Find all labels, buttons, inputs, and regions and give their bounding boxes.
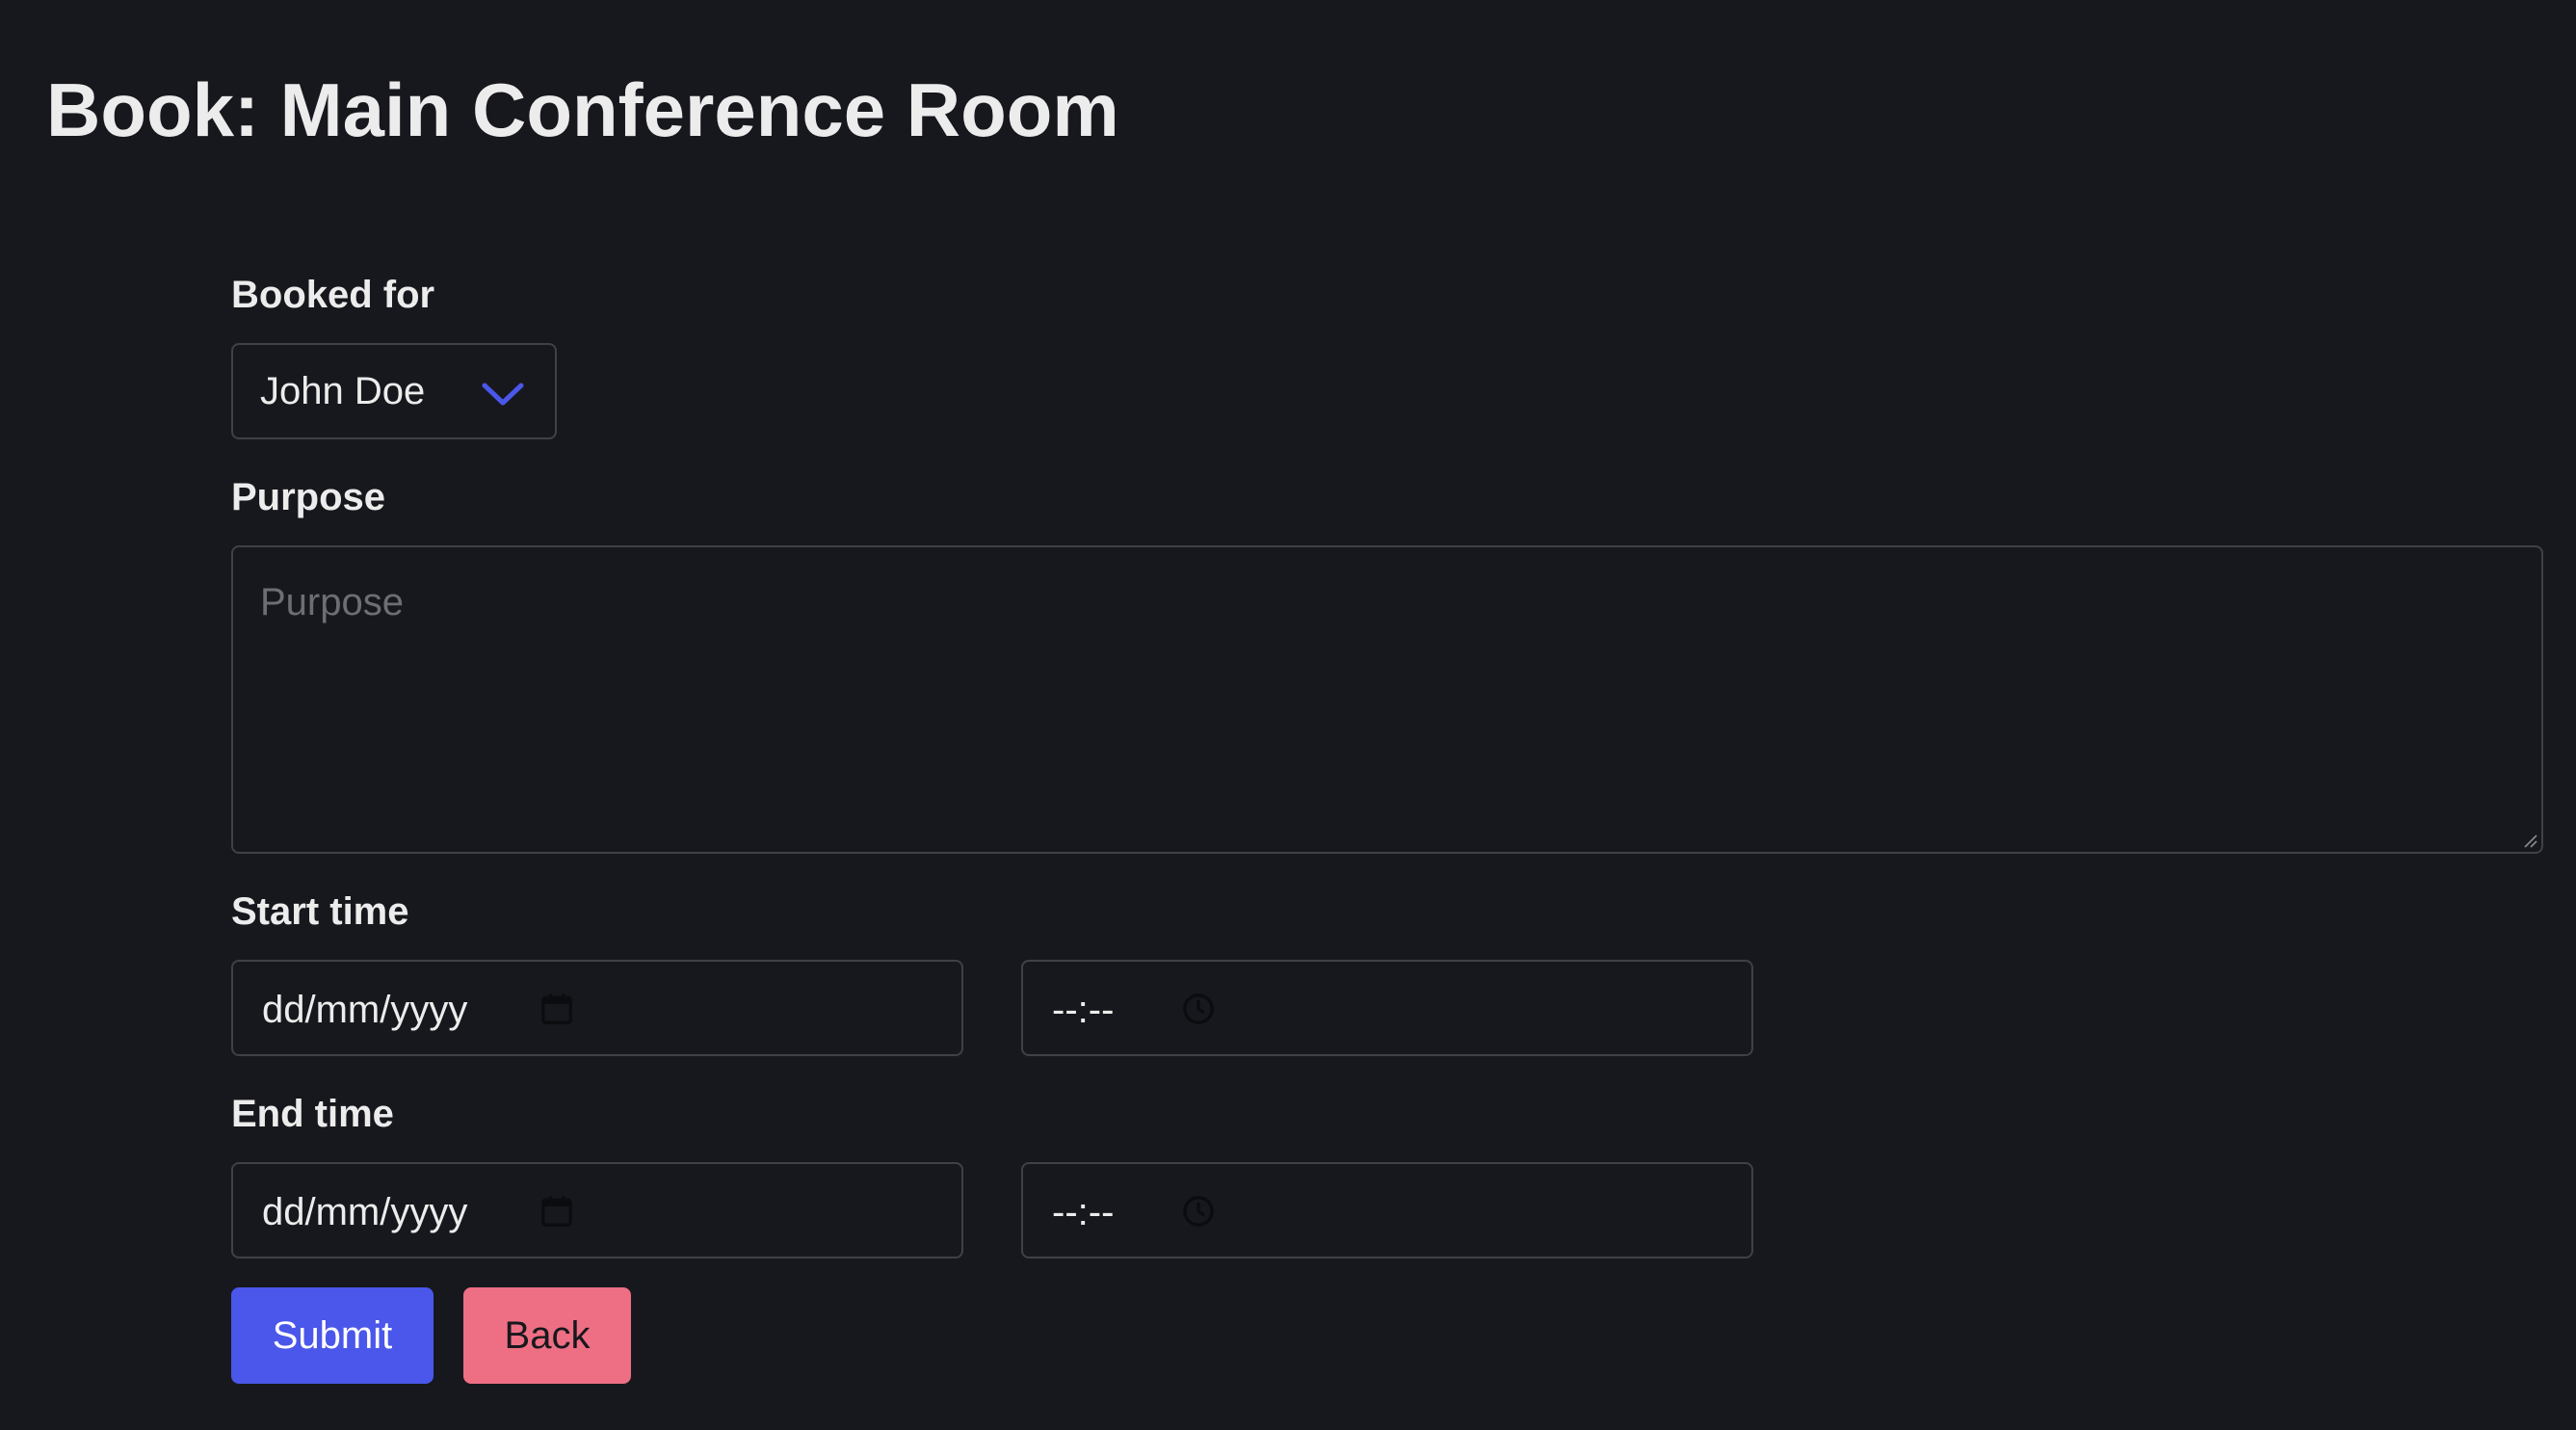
chevron-down-icon: [482, 383, 524, 406]
calendar-icon[interactable]: [538, 990, 576, 1028]
clock-icon[interactable]: [1179, 990, 1218, 1028]
start-date-value: dd/mm/yyyy: [262, 989, 468, 1031]
start-time-label: Start time: [231, 890, 409, 933]
submit-button[interactable]: Submit: [231, 1287, 434, 1384]
booked-for-label: Booked for: [231, 274, 435, 316]
calendar-icon[interactable]: [538, 1192, 576, 1231]
end-date-value: dd/mm/yyyy: [262, 1191, 468, 1233]
start-time-input[interactable]: --:--: [1021, 960, 1753, 1056]
end-time-label: End time: [231, 1093, 394, 1135]
resize-handle-icon[interactable]: [2522, 833, 2537, 848]
purpose-field: [231, 545, 2543, 854]
booked-for-select[interactable]: John Doe: [231, 343, 557, 439]
clock-icon[interactable]: [1179, 1192, 1218, 1231]
start-time-value: --:--: [1052, 989, 1115, 1031]
start-date-input[interactable]: dd/mm/yyyy: [231, 960, 963, 1056]
page-title: Book: Main Conference Room: [46, 67, 1119, 152]
end-date-input[interactable]: dd/mm/yyyy: [231, 1162, 963, 1258]
purpose-label: Purpose: [231, 476, 386, 518]
end-time-value: --:--: [1052, 1191, 1115, 1233]
booked-for-selected-value: John Doe: [260, 370, 426, 412]
back-button[interactable]: Back: [463, 1287, 631, 1384]
end-time-input[interactable]: --:--: [1021, 1162, 1753, 1258]
purpose-textarea[interactable]: [233, 547, 2541, 852]
